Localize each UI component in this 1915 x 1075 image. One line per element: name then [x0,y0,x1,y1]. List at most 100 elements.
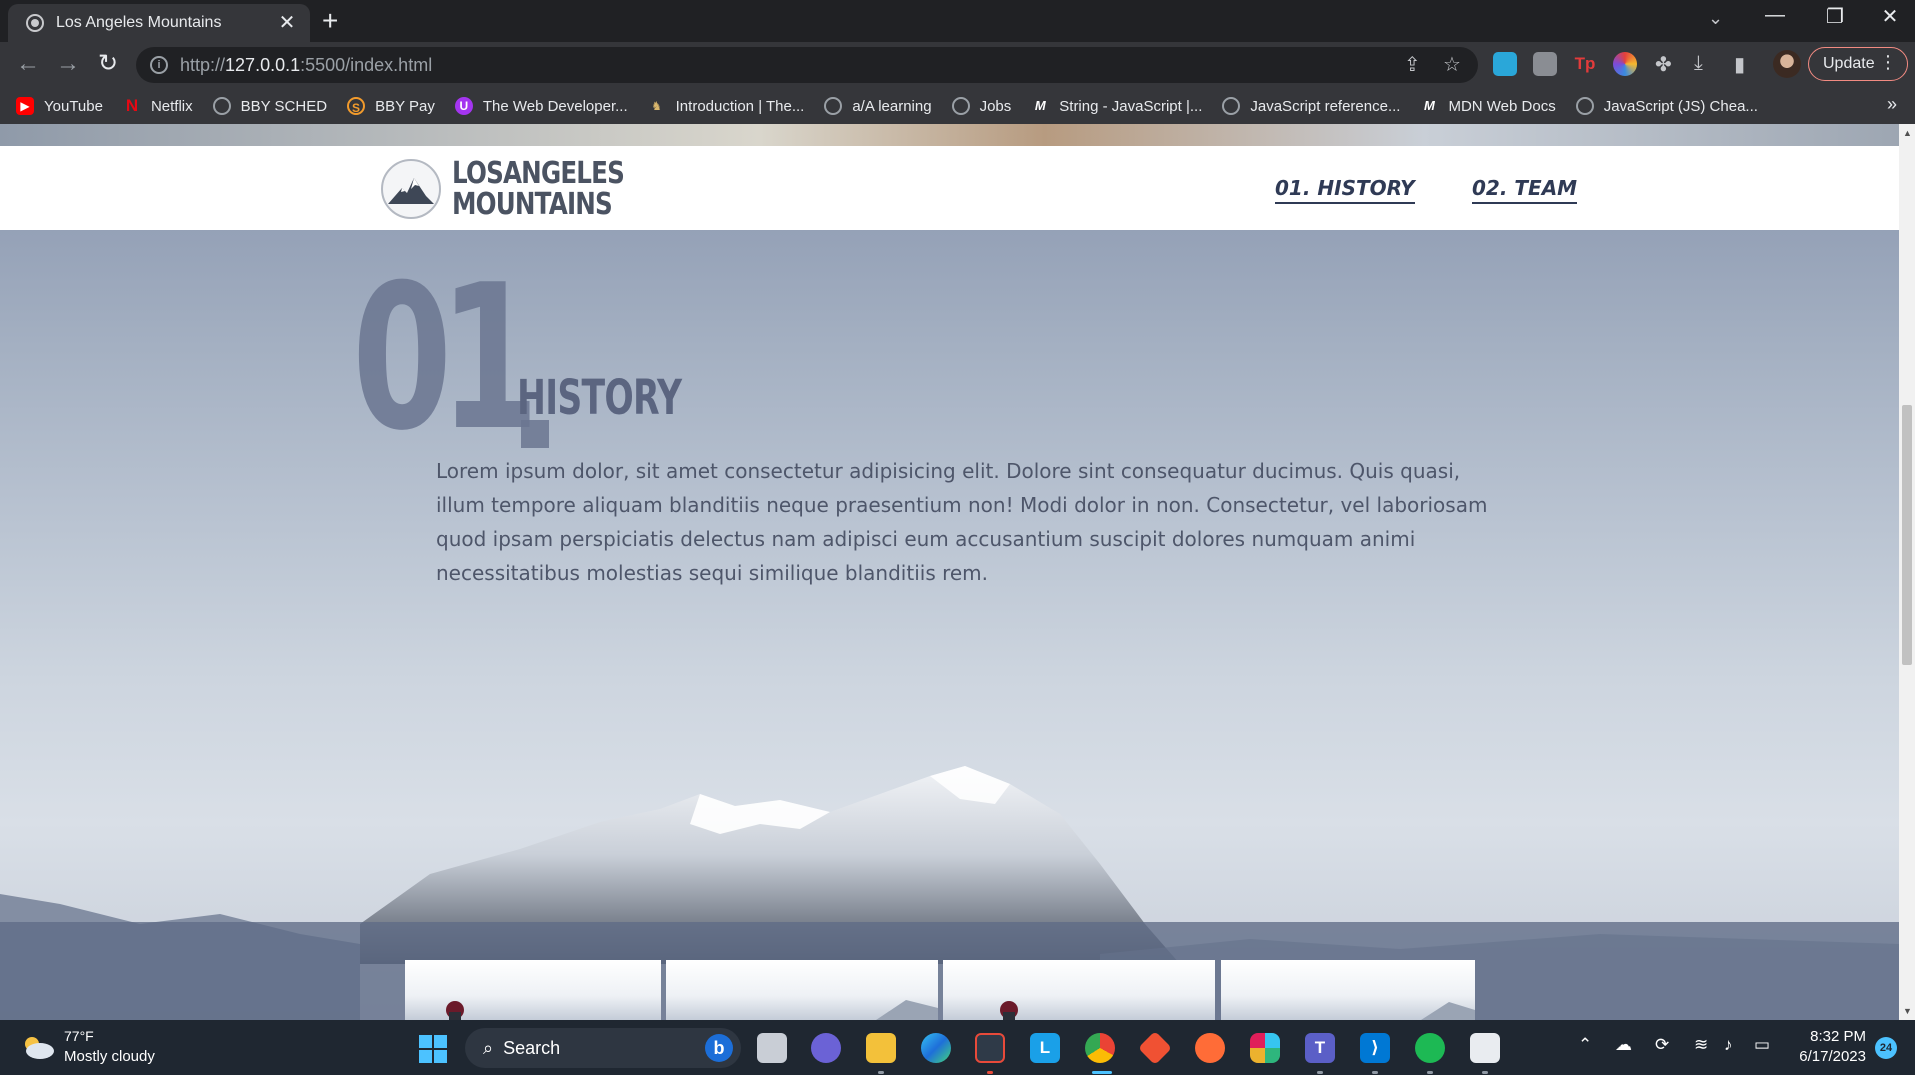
mountain-logo-icon [381,159,441,219]
extension-color-icon[interactable] [1613,52,1637,76]
bookmark-jobs[interactable]: Jobs [951,97,1012,115]
bookmarks-overflow-icon[interactable]: » [1887,94,1897,115]
close-window-icon[interactable]: ✕ [1870,4,1910,29]
back-icon[interactable]: ← [12,48,44,80]
globe-icon [1222,97,1241,115]
weather-temperature[interactable]: 77°F [64,1028,94,1044]
globe-icon [1575,97,1594,115]
onedrive-cloud-icon[interactable]: ☁ [1615,1035,1632,1055]
clock-time[interactable]: 8:32 PM [1810,1028,1866,1045]
task-view-icon[interactable] [757,1033,787,1063]
mdn-icon: M [1424,98,1435,113]
sync-icon[interactable]: ⟳ [1655,1035,1669,1055]
scroll-down-icon[interactable]: ▼ [1903,1006,1912,1016]
download-icon[interactable]: ⤓ [1694,52,1703,75]
wifi-icon[interactable]: ≋ [1694,1035,1708,1055]
new-tab-button[interactable]: + [322,7,338,35]
gallery-thumbnail[interactable] [405,960,661,1020]
bing-icon[interactable]: b [705,1034,733,1062]
extension-tp-icon[interactable]: Tp [1573,52,1597,76]
volume-icon[interactable]: ♪ [1724,1035,1733,1055]
close-tab-icon[interactable]: ✕ [276,13,298,33]
bookmark-label: BBY Pay [375,97,435,115]
bookmark-youtube[interactable]: ▶ YouTube [16,97,103,115]
chrome-icon[interactable] [1085,1033,1115,1063]
bookmark-js-cheatsheet[interactable]: JavaScript (JS) Chea... [1575,97,1758,115]
bookmark-mdn[interactable]: M MDN Web Docs [1420,97,1556,115]
page-viewport: LOSANGELES MOUNTAINS 01. HISTORY 02. TEA… [0,124,1899,1020]
browser-tab[interactable]: Los Angeles Mountains ✕ [8,4,310,42]
reload-icon[interactable]: ↻ [92,48,124,80]
youtube-icon: ▶ [16,97,34,115]
address-bar[interactable]: i http://127.0.0.1:5500/index.html [136,47,1478,83]
snowy-peak-image [1421,1002,1475,1020]
bookmark-introduction[interactable]: ♞ Introduction | The... [648,97,804,115]
logo-text: LOSANGELES MOUNTAINS [452,158,625,222]
spotify-icon[interactable] [1415,1033,1445,1063]
teams-chat-icon[interactable] [811,1033,841,1063]
logo-line-2: MOUNTAINS [452,187,613,222]
info-icon[interactable]: i [150,56,168,74]
bookmark-label: MDN Web Docs [1448,97,1556,115]
extensions-puzzle-icon[interactable]: ✤ [1655,52,1672,77]
menu-dots-icon[interactable]: ⋮ [1879,52,1897,73]
running-indicator [1482,1071,1488,1074]
vscode-icon[interactable]: ⟩ [1360,1033,1390,1063]
bookmark-bby-pay[interactable]: S BBY Pay [347,97,435,115]
file-explorer-icon[interactable] [866,1033,896,1063]
launcher-l-icon[interactable]: L [1030,1033,1060,1063]
show-hidden-icons-icon[interactable]: ⌃ [1578,1035,1592,1055]
bookmark-aa-learning[interactable]: a/A learning [824,97,932,115]
active-indicator [1092,1071,1112,1074]
globe-icon [26,14,44,32]
nav-team-link[interactable]: 02. TEAM [1472,176,1578,204]
postman-icon[interactable] [1195,1033,1225,1063]
hiker-image [1000,1001,1018,1020]
side-panel-icon[interactable]: ▮ [1734,52,1745,77]
update-button[interactable]: Update ⋮ [1808,47,1908,81]
gallery-thumbnail[interactable] [666,960,938,1020]
weather-description[interactable]: Mostly cloudy [64,1048,155,1065]
bookmark-netflix[interactable]: N Netflix [123,97,193,115]
windows-start-icon[interactable] [419,1035,447,1063]
edge-icon[interactable] [921,1033,951,1063]
battery-icon[interactable]: ▭ [1754,1035,1770,1055]
gallery-thumbnail[interactable] [943,960,1215,1020]
search-icon: ⌕ [483,1037,494,1058]
bookmark-string-js[interactable]: M String - JavaScript |... [1031,97,1203,115]
clock-date[interactable]: 6/17/2023 [1795,1048,1866,1065]
bookmark-star-icon[interactable]: ☆ [1443,52,1461,77]
bookmark-bby-sched[interactable]: BBY SCHED [212,97,328,115]
scroll-up-icon[interactable]: ▲ [1903,128,1912,138]
teams-icon[interactable]: T [1305,1033,1335,1063]
scrollbar-thumb[interactable] [1902,405,1912,665]
udemy-icon: U [454,97,473,115]
extension-cloud-icon[interactable] [1493,52,1517,76]
section-body-text: Lorem ipsum dolor, sit amet consectetur … [436,459,1488,585]
bookmarks-bar: ▶ YouTube N Netflix BBY SCHED S BBY Pay U Th… [0,88,1915,124]
slack-icon[interactable] [1250,1033,1280,1063]
page-scrollbar[interactable]: ▲ ▼ [1899,124,1915,1020]
gallery-thumbnail[interactable] [1221,960,1475,1020]
site-logo[interactable]: LOSANGELES MOUNTAINS [380,158,662,220]
tab-search-icon[interactable]: ⌄ [1708,8,1723,29]
bookmark-web-developer[interactable]: U The Web Developer... [454,97,628,115]
notification-badge[interactable]: 24 [1875,1037,1897,1059]
taskbar-search[interactable]: ⌕ Search b [465,1028,741,1068]
bookmark-label: Jobs [979,97,1012,115]
snipping-tool-icon[interactable] [1470,1033,1500,1063]
cloud-sun-icon[interactable] [20,1034,56,1060]
minimize-icon[interactable]: — [1755,4,1795,27]
running-indicator [1427,1071,1433,1074]
bookmark-label: BBY SCHED [240,97,328,115]
microsoft-store-icon[interactable] [975,1033,1005,1063]
profile-avatar[interactable] [1773,50,1801,78]
extension-gray-icon[interactable] [1533,52,1557,76]
nav-history-link[interactable]: 01. HISTORY [1275,176,1415,204]
forward-icon[interactable]: → [52,48,84,80]
git-icon[interactable] [1138,1031,1172,1065]
share-icon[interactable]: ⇪ [1404,52,1421,77]
restore-icon[interactable]: ❐ [1815,4,1855,29]
bookmark-js-reference[interactable]: JavaScript reference... [1222,97,1400,115]
hiker-image [446,1001,464,1020]
